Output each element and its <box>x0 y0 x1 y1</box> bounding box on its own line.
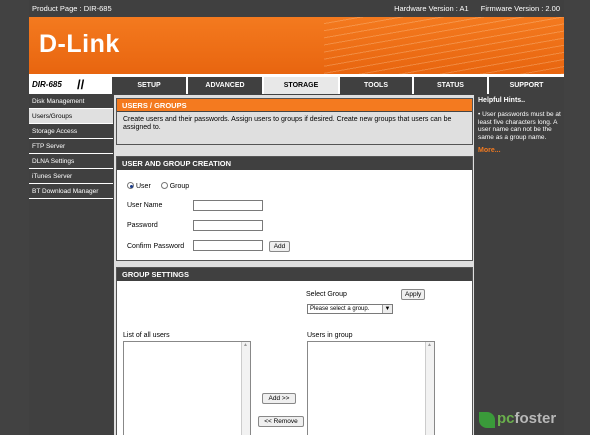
user-radio[interactable] <box>127 182 134 189</box>
page-title: USERS / GROUPS <box>117 99 472 112</box>
brand-banner: D-Link <box>29 17 564 74</box>
intro-panel: USERS / GROUPS Create users and their pa… <box>116 98 473 145</box>
add-to-group-button[interactable]: Add >> <box>262 393 296 404</box>
product-page-text: Product Page : DIR-685 <box>32 4 112 13</box>
users-in-group-label: Users in group <box>307 332 353 339</box>
tab-tools[interactable]: TOOLS <box>338 77 412 94</box>
leaf-icon <box>479 412 495 428</box>
hardware-version: Hardware Version : A1 <box>394 4 469 13</box>
model-slashes: // <box>77 77 85 92</box>
hints-title: Helpful Hints.. <box>478 97 526 104</box>
sidebar-item-storage-access[interactable]: Storage Access <box>29 124 113 139</box>
password-label: Password <box>127 222 158 229</box>
user-radio-label: User <box>136 183 151 190</box>
group-users-scrollbar[interactable] <box>425 342 434 435</box>
sidebar-item-ftp-server[interactable]: FTP Server <box>29 139 113 154</box>
all-users-label: List of all users <box>123 332 170 339</box>
confirm-password-label: Confirm Password <box>127 243 185 250</box>
group-settings-title: GROUP SETTINGS <box>117 268 472 281</box>
main-content: USERS / GROUPS Create users and their pa… <box>114 95 474 435</box>
model-name: DIR-685 <box>32 80 62 89</box>
watermark-text: pcfoster <box>497 410 557 427</box>
sidebar-item-disk-management[interactable]: Disk Management <box>29 94 113 109</box>
all-users-list[interactable] <box>123 341 251 435</box>
model-badge: DIR-685 // <box>29 77 110 94</box>
nav-tabs: SETUP ADVANCED STORAGE TOOLS STATUS SUPP… <box>110 77 564 94</box>
more-link[interactable]: More... <box>475 141 564 160</box>
tab-support[interactable]: SUPPORT <box>487 77 564 94</box>
group-radio-label: Group <box>169 183 190 190</box>
tab-setup[interactable]: SETUP <box>110 77 186 94</box>
hints-list: User passwords must be at least five cha… <box>475 107 564 141</box>
banner-decoration <box>324 17 564 74</box>
tab-advanced[interactable]: ADVANCED <box>186 77 262 94</box>
sidebar-item-itunes-server[interactable]: iTunes Server <box>29 169 113 184</box>
tab-status[interactable]: STATUS <box>412 77 487 94</box>
sidebar: Disk Management Users/Groups Storage Acc… <box>29 94 113 435</box>
firmware-version: Firmware Version : 2.00 <box>480 4 560 13</box>
sidebar-item-bt-download-manager[interactable]: BT Download Manager <box>29 184 113 199</box>
hint-item: User passwords must be at least five cha… <box>478 111 561 141</box>
top-info-bar: Product Page : DIR-685 Hardware Version … <box>29 0 564 17</box>
group-radio[interactable] <box>160 182 168 189</box>
helpful-hints-panel: Helpful Hints.. User passwords must be a… <box>475 94 564 435</box>
apply-button[interactable]: Apply <box>401 289 425 300</box>
select-group-label: Select Group <box>306 291 347 298</box>
confirm-password-input[interactable] <box>193 240 263 251</box>
user-name-label: User Name <box>127 202 163 209</box>
add-user-button[interactable]: Add <box>269 241 290 252</box>
group-select-value: Please select a group. <box>310 306 370 312</box>
users-in-group-list[interactable] <box>307 341 435 435</box>
chevron-down-icon: ▼ <box>382 305 392 313</box>
password-input[interactable] <box>193 220 263 231</box>
type-selector: User Group <box>127 182 189 190</box>
version-info: Hardware Version : A1 Firmware Version :… <box>384 4 560 13</box>
tab-storage[interactable]: STORAGE <box>262 77 338 94</box>
creation-title: USER AND GROUP CREATION <box>117 157 472 170</box>
group-select[interactable]: Please select a group. ▼ <box>307 304 393 314</box>
dlink-logo: D-Link <box>39 30 120 58</box>
sidebar-item-users-groups[interactable]: Users/Groups <box>29 109 113 124</box>
intro-text: Create users and their passwords. Assign… <box>123 116 452 131</box>
sidebar-item-dlna-settings[interactable]: DLNA Settings <box>29 154 113 169</box>
group-settings-panel: GROUP SETTINGS Select Group Apply Please… <box>116 267 473 435</box>
main-nav: DIR-685 // SETUP ADVANCED STORAGE TOOLS … <box>29 77 564 94</box>
remove-from-group-button[interactable]: << Remove <box>258 416 304 427</box>
all-users-scrollbar[interactable] <box>241 342 250 435</box>
user-name-input[interactable] <box>193 200 263 211</box>
user-group-creation-panel: USER AND GROUP CREATION User Group User … <box>116 156 473 261</box>
pcfoster-watermark: pcfoster <box>479 410 587 432</box>
